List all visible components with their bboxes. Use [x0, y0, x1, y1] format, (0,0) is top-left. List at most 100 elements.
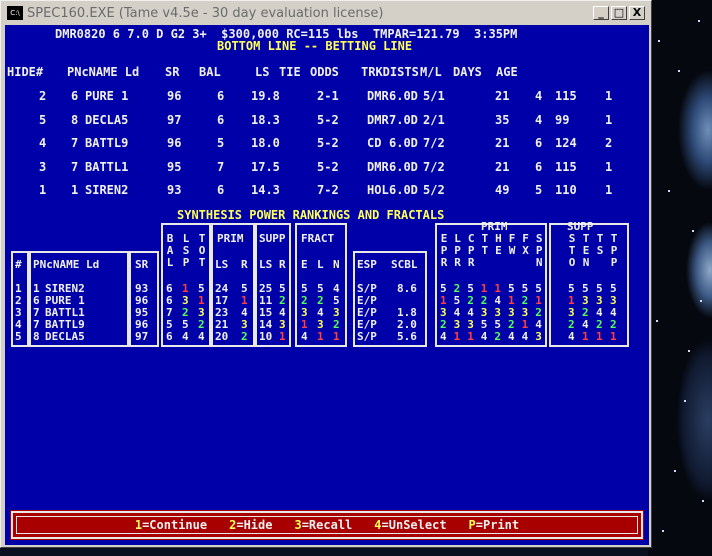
star-dot	[658, 40, 660, 42]
synth-rank-cell: 3	[480, 306, 488, 319]
synth-e: 2	[301, 294, 308, 307]
betting-cell-age: 6	[535, 136, 543, 150]
synth-prim-ls: 21	[215, 318, 229, 331]
col-supp-ls: LS	[259, 258, 273, 271]
synth-rank-cell: 3	[596, 294, 603, 307]
synth-sr: 93	[135, 282, 149, 295]
betting-cell-hide: 1	[39, 183, 47, 197]
minimize-button[interactable]: _	[593, 6, 609, 20]
betting-cell-extra2: 1	[605, 159, 613, 174]
synth-rank-cell: 3	[494, 306, 502, 319]
desktop-background	[648, 0, 712, 556]
betting-cell-dist: 6.0D	[389, 89, 418, 103]
betting-cell-dist: 6.0D	[389, 183, 418, 197]
continue-command[interactable]: 1=Continue	[135, 518, 207, 532]
betting-cell-sr: 96	[167, 136, 182, 150]
close-button[interactable]: X	[629, 6, 645, 20]
recall-command[interactable]: 3=Recall	[294, 518, 352, 532]
synth-rank-cell: 4	[582, 318, 589, 331]
betting-cell-ml: 5/2	[423, 183, 445, 197]
betting-cell-extra1: 115	[555, 159, 577, 174]
synth-supp-ls: 25	[259, 282, 273, 295]
synth-rank-cell: 4	[467, 306, 474, 319]
synth-rank-cell: 3	[582, 294, 589, 307]
unselect-command[interactable]: 4=UnSelect	[374, 518, 446, 532]
betting-cell-extra2: 2	[605, 136, 613, 150]
betting-cell-age: 4	[535, 112, 543, 127]
group-prim: PRIM	[217, 232, 244, 245]
betting-cell-ls: 14.3	[251, 183, 280, 197]
betting-cell-hide: 5	[39, 112, 47, 127]
synth-name: SIREN2	[45, 282, 85, 295]
console-icon[interactable]: C:\	[7, 6, 23, 20]
star-dot	[678, 70, 680, 72]
betting-cell-ls: 19.8	[251, 89, 280, 103]
synth-rank-cell: 2	[480, 294, 488, 307]
betting-cell-pn: 7	[71, 136, 79, 150]
betting-cell-dist: 7.0D	[389, 112, 418, 127]
synth-supp-r: 3	[279, 318, 286, 331]
maximize-button[interactable]: □	[611, 6, 627, 20]
betting-cell-days: 49	[495, 183, 510, 197]
print-command[interactable]: P=Print	[469, 518, 520, 532]
betting-col-header: LS	[255, 65, 270, 79]
synth-supp-r: 1	[279, 330, 286, 343]
betting-cell-odds: 5-2	[317, 159, 339, 174]
synth-lsp: 1	[182, 282, 189, 295]
synth-supp-r: 4	[279, 306, 286, 319]
betting-cell-days: 21	[495, 159, 510, 174]
col-spn: N	[535, 256, 543, 269]
star-dot	[668, 190, 670, 192]
betting-cell-name: BATTL1	[85, 159, 129, 174]
synth-prim-r: 3	[241, 318, 248, 331]
betting-col-header: ODDS	[310, 65, 339, 79]
synth-rank-cell: 4	[535, 318, 542, 331]
col-fx: X	[522, 244, 529, 257]
synth-e: 1	[301, 318, 308, 331]
betting-cell-odds: 5-2	[317, 112, 339, 127]
betting-cell-hide: 4	[39, 136, 47, 150]
col-cpr: R	[467, 256, 475, 269]
synth-n: 5	[333, 294, 340, 307]
synth-prim-r: 2	[241, 330, 248, 343]
star-dot	[692, 230, 694, 232]
synth-esp: E/P	[357, 318, 377, 331]
col-fw: W	[508, 244, 516, 257]
col-scbl: SCBL	[391, 258, 418, 271]
star-dot	[684, 400, 686, 402]
synth-lsp: 4	[182, 330, 189, 343]
synth-supp-ls: 11	[259, 294, 273, 307]
synth-supp-r: 5	[279, 282, 286, 295]
col-prim-ls: LS	[215, 258, 229, 271]
console-area: DMR0820 6 7.0 D G2 3+ $300,000 RC=115 lb…	[5, 25, 649, 545]
star-dot	[688, 350, 690, 352]
star-dot	[702, 500, 704, 502]
hide-command[interactable]: 2=Hide	[229, 518, 272, 532]
col-name: PNcNAME Ld	[33, 258, 100, 271]
synth-supp-ls: 15	[259, 306, 273, 319]
col-ten: N	[582, 256, 590, 269]
col-tt: T	[481, 244, 489, 257]
col-n: N	[333, 258, 340, 271]
print-key: P	[468, 518, 476, 532]
group-supp: SUPP	[259, 232, 286, 245]
synth-sr: 96	[135, 318, 149, 331]
print-label: =Print	[475, 518, 520, 532]
title-bar[interactable]: C:\ SPEC160.EXE (Tame v4.5e - 30 day eva…	[3, 3, 649, 23]
col-bal: L	[166, 256, 174, 269]
synth-sr: 96	[135, 294, 149, 307]
synth-scbl: 5.6	[397, 330, 417, 343]
synth-bal: 6	[166, 282, 173, 295]
synth-name: PURE 1	[45, 294, 85, 307]
betting-cell-ml: 5/1	[423, 89, 445, 103]
synth-rank-cell: 2	[440, 318, 447, 331]
betting-cell-trk: DMR	[367, 112, 389, 127]
group-fract: FRACT	[301, 232, 335, 245]
synth-n: 3	[333, 306, 340, 319]
synth-rank-cell: 5	[535, 282, 542, 295]
synth-scbl: 2.0	[397, 318, 417, 331]
synth-rank-cell: 3	[508, 306, 515, 319]
unselect-label: =UnSelect	[381, 518, 447, 532]
synth-fl: 5	[317, 282, 324, 295]
synth-prim-ls: 17	[215, 294, 229, 307]
